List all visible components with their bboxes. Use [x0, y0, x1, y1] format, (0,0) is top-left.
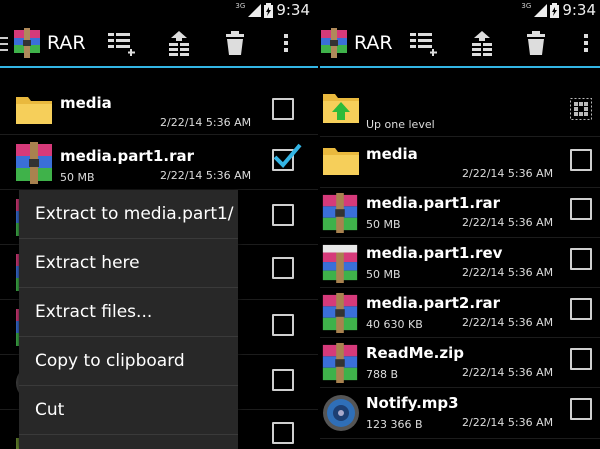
file-name: media.part2.rar [366, 294, 500, 312]
rev-file-icon [320, 243, 360, 287]
select-all-button[interactable] [408, 28, 440, 58]
checkbox[interactable] [570, 298, 592, 320]
checkbox[interactable] [570, 398, 592, 420]
select-all-icon [108, 33, 135, 56]
list-item[interactable]: media.part2.rar 40 630 KB 2/22/14 5:36 A… [320, 288, 600, 338]
file-date: 2/22/14 5:36 AM [462, 167, 554, 180]
menu-item-extract-here[interactable]: Extract here [19, 239, 238, 288]
checkbox[interactable] [272, 204, 294, 226]
up-label: Up one level [366, 118, 435, 131]
menu-item-copy-to-clipboard[interactable]: Copy to clipboard [19, 337, 238, 386]
action-bar: RAR [0, 20, 318, 68]
file-size: 50 MB [366, 218, 401, 231]
overflow-menu-button[interactable] [276, 28, 296, 58]
checkbox[interactable] [570, 149, 592, 171]
rar-file-icon [320, 293, 360, 337]
rar-file-icon [320, 193, 360, 237]
file-name: ReadMe.zip [366, 344, 464, 362]
battery-icon [550, 2, 560, 18]
delete-icon [226, 31, 244, 55]
list-item[interactable]: media.part1.rev 50 MB 2/22/14 5:36 AM [320, 238, 600, 288]
file-date: 2/22/14 5:36 AM [462, 216, 554, 229]
battery-icon [264, 2, 274, 18]
folder-up-icon [322, 90, 360, 128]
file-size: 50 MB [366, 268, 401, 281]
grid-view-icon[interactable] [570, 98, 592, 124]
status-bar: 3G 9:34 [235, 0, 314, 20]
file-name: media [60, 94, 112, 112]
select-all-icon [410, 33, 437, 56]
rar-app-icon [320, 28, 348, 58]
checkbox[interactable] [272, 369, 294, 391]
zip-file-icon [320, 343, 360, 387]
file-name: media [366, 145, 418, 163]
left-screen: 3G 9:34 RAR media 2/22/14 5:36 AM media.… [0, 0, 318, 449]
overflow-menu-icon [584, 34, 588, 52]
menu-item-extract-to[interactable]: Extract to media.part1/ [19, 190, 238, 239]
menu-item-cut[interactable]: Cut [19, 386, 238, 435]
checkbox[interactable] [272, 257, 294, 279]
file-date: 2/22/14 5:36 AM [462, 316, 554, 329]
menu-item-extract-files[interactable]: Extract files... [19, 288, 238, 337]
file-size: 123 366 B [366, 418, 423, 431]
network-type: 3G [521, 2, 532, 10]
file-size: 50 MB [60, 171, 95, 184]
file-date: 2/22/14 5:36 AM [462, 266, 554, 279]
list-item[interactable]: media.part1.rar 50 MB 2/22/14 5:36 AM [0, 135, 318, 190]
checkbox-checked[interactable] [272, 143, 302, 171]
select-all-button[interactable] [106, 28, 138, 58]
folder-icon [322, 144, 360, 180]
delete-button[interactable] [520, 28, 552, 58]
extract-button[interactable] [466, 28, 498, 58]
app-title: RAR [47, 32, 86, 54]
file-date: 2/22/14 5:36 AM [462, 366, 554, 379]
checkbox[interactable] [272, 422, 294, 444]
checkbox[interactable] [272, 98, 294, 120]
signal-icon [248, 3, 262, 17]
overflow-menu-icon [284, 34, 288, 52]
right-screen: 3G 9:34 RAR Up one level media 2/22/14 5… [320, 0, 600, 449]
file-name: media.part1.rar [366, 194, 500, 212]
file-name: media.part1.rev [366, 244, 503, 262]
delete-icon [527, 31, 545, 55]
file-date: 2/22/14 5:36 AM [160, 169, 252, 182]
clock: 9:34 [562, 1, 596, 19]
network-type: 3G [235, 2, 246, 10]
clock: 9:34 [276, 1, 310, 19]
checkbox[interactable] [570, 348, 592, 370]
list-item[interactable]: media 2/22/14 5:36 AM [0, 68, 318, 135]
file-size: 788 B [366, 368, 399, 381]
app-title: RAR [354, 32, 393, 54]
list-item[interactable]: media.part1.rar 50 MB 2/22/14 5:36 AM [320, 188, 600, 238]
checkmark-icon [273, 143, 302, 168]
list-item[interactable]: ReadMe.zip 788 B 2/22/14 5:36 AM [320, 338, 600, 388]
file-name: Notify.mp3 [366, 394, 459, 412]
context-menu: Extract to media.part1/ Extract here Ext… [19, 190, 238, 449]
file-name: media.part1.rar [60, 147, 194, 165]
rar-app-icon [13, 28, 41, 58]
extract-icon [169, 31, 189, 56]
checkbox[interactable] [570, 198, 592, 220]
audio-file-icon [321, 393, 361, 437]
checkbox[interactable] [570, 248, 592, 270]
file-date: 2/22/14 5:36 AM [160, 116, 252, 129]
status-bar: 3G 9:34 [521, 0, 600, 20]
file-list: Up one level media 2/22/14 5:36 AM media… [320, 68, 600, 439]
overflow-menu-button[interactable] [576, 28, 596, 58]
list-item[interactable]: Notify.mp3 123 366 B 2/22/14 5:36 AM [320, 388, 600, 439]
action-bar: RAR [320, 20, 600, 68]
checkbox[interactable] [272, 314, 294, 336]
delete-button[interactable] [219, 28, 251, 58]
extract-button[interactable] [163, 28, 195, 58]
rar-file-icon [14, 142, 54, 188]
up-one-level[interactable]: Up one level [320, 68, 600, 137]
extract-icon [472, 31, 492, 56]
file-size: 40 630 KB [366, 318, 423, 331]
nav-drawer-icon[interactable] [0, 36, 8, 55]
file-date: 2/22/14 5:36 AM [462, 416, 554, 429]
signal-icon [534, 3, 548, 17]
folder-icon [15, 93, 53, 129]
list-item[interactable]: media 2/22/14 5:36 AM [320, 137, 600, 188]
